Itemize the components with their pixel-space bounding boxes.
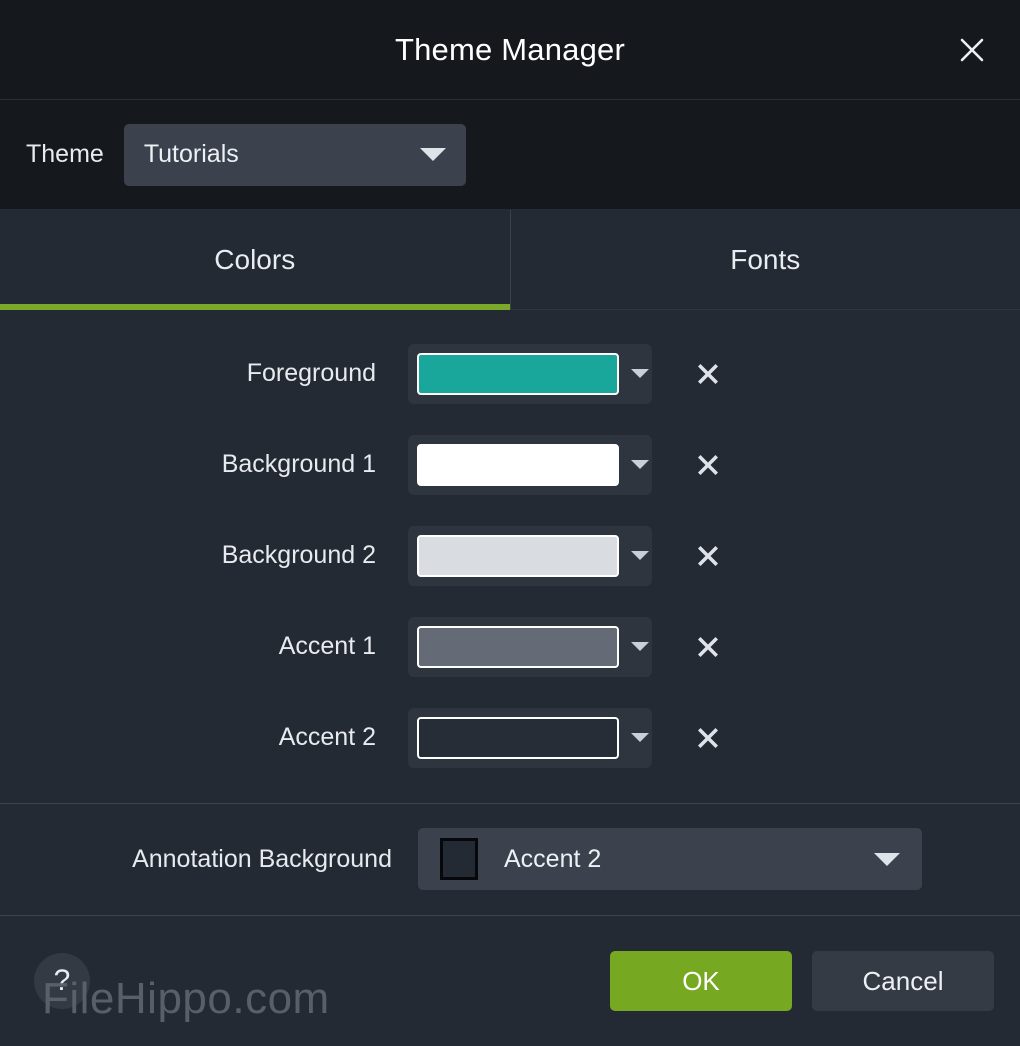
cancel-button[interactable]: Cancel — [812, 951, 994, 1011]
ok-button[interactable]: OK — [610, 951, 792, 1011]
chevron-down-icon[interactable] — [631, 642, 649, 651]
help-button[interactable]: ? — [34, 953, 90, 1009]
color-row: Background 2 — [0, 510, 1020, 601]
annotation-background-label: Annotation Background — [132, 844, 392, 873]
help-button-label: ? — [53, 964, 71, 997]
color-picker-background-2[interactable] — [408, 525, 652, 586]
color-row: Accent 1 — [0, 601, 1020, 692]
dialog-title: Theme Manager — [394, 31, 626, 67]
color-row-label: Background 1 — [221, 450, 376, 478]
chevron-down-icon — [874, 852, 900, 866]
theme-dropdown-value: Tutorials — [143, 140, 239, 168]
clear-icon[interactable] — [688, 627, 728, 667]
tab-colors[interactable]: Colors — [0, 210, 510, 310]
color-picker-accent-1[interactable] — [408, 616, 652, 677]
theme-label: Theme — [26, 140, 104, 168]
annotation-background-value: Accent 2 — [504, 844, 602, 873]
theme-manager-dialog: Theme Manager Theme Tutorials Colors Fon… — [0, 0, 1020, 1046]
color-swatch[interactable] — [417, 534, 619, 577]
clear-icon[interactable] — [688, 536, 728, 576]
dialog-footer: ? OK Cancel — [0, 915, 1020, 1046]
annotation-color-swatch — [440, 838, 478, 880]
annotation-background-dropdown[interactable]: Accent 2 — [418, 828, 922, 890]
color-row-label: Foreground — [246, 359, 376, 387]
color-row: Background 1 — [0, 419, 1020, 510]
chevron-down-icon[interactable] — [631, 733, 649, 742]
color-swatch[interactable] — [417, 716, 619, 759]
color-row: Accent 2 — [0, 692, 1020, 783]
tab-colors-label: Colors — [214, 243, 296, 275]
close-icon[interactable] — [946, 24, 998, 76]
annotation-background-row: Annotation Background Accent 2 — [0, 804, 1020, 914]
theme-dropdown[interactable]: Tutorials — [123, 123, 466, 186]
tab-fonts[interactable]: Fonts — [509, 210, 1020, 309]
color-picker-background-1[interactable] — [408, 434, 652, 495]
tab-bar: Colors Fonts — [0, 210, 1020, 310]
chevron-down-icon[interactable] — [631, 460, 649, 469]
clear-icon[interactable] — [688, 445, 728, 485]
chevron-down-icon[interactable] — [631, 551, 649, 560]
dialog-titlebar: Theme Manager — [0, 0, 1020, 100]
color-row-label: Background 2 — [221, 541, 376, 569]
clear-icon[interactable] — [688, 718, 728, 758]
theme-selector-bar: Theme Tutorials — [0, 100, 1020, 210]
color-row-label: Accent 2 — [278, 723, 376, 751]
chevron-down-icon — [419, 148, 446, 161]
color-picker-foreground[interactable] — [408, 343, 652, 404]
clear-icon[interactable] — [688, 354, 728, 394]
color-swatch[interactable] — [417, 352, 619, 395]
chevron-down-icon[interactable] — [631, 369, 649, 378]
tab-fonts-label: Fonts — [730, 243, 801, 275]
color-picker-accent-2[interactable] — [408, 707, 652, 768]
colors-panel: Foreground Background 1 Background 2 Acc… — [0, 310, 1020, 789]
color-row-label: Accent 1 — [278, 632, 376, 660]
color-swatch[interactable] — [417, 625, 619, 668]
color-row: Foreground — [0, 328, 1020, 419]
color-swatch[interactable] — [417, 443, 619, 486]
